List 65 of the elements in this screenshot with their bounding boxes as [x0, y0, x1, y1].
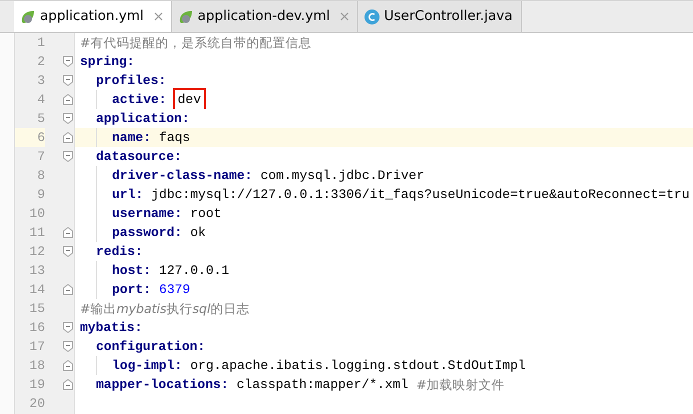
yaml-key: configuration:	[96, 337, 206, 356]
yaml-key: name:	[112, 128, 152, 147]
fold-icon	[62, 246, 72, 257]
yaml-key: log-impl:	[112, 356, 182, 375]
yaml-key: datasource:	[96, 147, 182, 166]
line-number: 6	[15, 128, 45, 147]
line-number: 10	[28, 205, 45, 223]
yaml-key: spring:	[80, 52, 135, 71]
fold-icon	[62, 56, 72, 67]
line-number: 3	[36, 72, 45, 90]
yaml-value: faqs	[159, 129, 190, 147]
line-number: 18	[28, 357, 45, 375]
yaml-value: jdbc:mysql://127.0.0.1:3306/it_faqs?useUnicode=true&autoReconnect=tru	[151, 186, 690, 204]
yaml-value: ok	[190, 224, 206, 242]
yaml-key: profiles:	[96, 71, 166, 90]
line-number: 14	[28, 281, 45, 299]
line-number: 9	[36, 186, 45, 204]
line-number: 4	[36, 91, 45, 109]
yaml-key: mapper-locations:	[96, 375, 229, 394]
editor-tab[interactable]: UserController.java	[358, 1, 522, 32]
line-number: 7	[36, 148, 45, 166]
yaml-value: classpath:mapper/*.xml	[236, 376, 408, 394]
yaml-key: mybatis:	[80, 318, 142, 337]
leaf-icon	[20, 8, 36, 24]
yaml-key: username:	[112, 204, 182, 223]
yaml-value: dev	[174, 90, 204, 109]
code-comment: #输出 mybatis执行sql的日志	[80, 300, 250, 318]
yaml-value: 127.0.0.1	[159, 262, 230, 280]
fold-icon	[62, 75, 72, 86]
yaml-key: port:	[112, 280, 152, 299]
line-number: 8	[36, 167, 45, 185]
fold-icon	[62, 113, 72, 124]
yaml-key: url:	[112, 185, 144, 204]
line-number: 2	[36, 53, 45, 71]
fold-icon	[62, 322, 72, 333]
code-comment: #有代码提醒的，是系统自带的配置信息	[80, 34, 312, 52]
editor-tab[interactable]: application-dev.yml	[172, 1, 358, 32]
code-comment: #加载映射文件	[416, 376, 505, 394]
line-number: 13	[28, 262, 45, 280]
line-number: 12	[28, 243, 45, 261]
yaml-key: driver-class-name:	[112, 166, 252, 185]
line-number: 15	[28, 300, 45, 318]
line-number: 20	[28, 395, 45, 413]
line-number: 16	[28, 319, 45, 337]
yaml-value: 6379	[159, 281, 190, 299]
yaml-key: application:	[96, 109, 190, 128]
yaml-key: redis:	[96, 242, 143, 261]
line-number: 19	[28, 376, 45, 394]
yaml-key: password:	[112, 223, 182, 242]
line-number: 5	[36, 110, 45, 128]
fold-icon	[62, 151, 72, 162]
close-icon[interactable]	[340, 12, 349, 21]
yaml-value: org.apache.ibatis.logging.stdout.StdOutImpl	[190, 357, 526, 375]
yaml-value: com.mysql.jdbc.Driver	[260, 167, 424, 185]
yaml-key: active:	[112, 90, 167, 109]
leaf-icon	[178, 8, 194, 24]
yaml-key: host:	[112, 261, 152, 280]
yaml-value: root	[190, 205, 222, 223]
close-icon[interactable]	[154, 12, 163, 21]
line-number: 17	[28, 338, 45, 356]
line-number: 1	[36, 34, 45, 52]
class-icon	[364, 8, 380, 24]
editor-tab[interactable]: application.yml	[14, 1, 172, 32]
line-number: 11	[28, 224, 45, 242]
fold-icon	[62, 341, 72, 352]
